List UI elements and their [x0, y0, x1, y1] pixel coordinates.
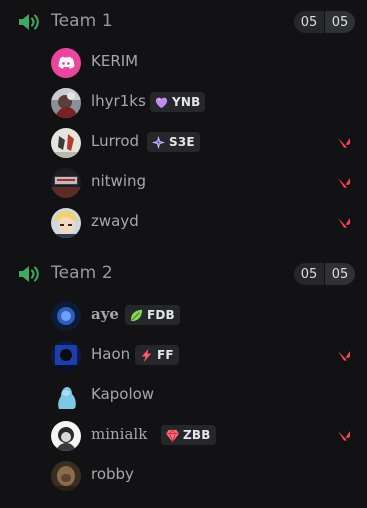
guild-tag-text: FDB	[147, 308, 175, 322]
member-name: Lurrod	[91, 132, 140, 150]
channel-name: Team 1	[51, 11, 113, 31]
guild-tag: YNB	[150, 92, 206, 112]
voice-member[interactable]: minialk ZBB	[0, 416, 367, 456]
valorant-icon	[338, 178, 350, 188]
speaker-volume-icon	[19, 14, 39, 30]
voice-member[interactable]: Kapolow	[0, 376, 367, 416]
member-name: aye	[91, 305, 119, 323]
avatar	[51, 88, 81, 118]
guild-tag-text: FF	[157, 348, 174, 362]
avatar	[51, 301, 81, 331]
avatar	[51, 168, 81, 198]
voice-member[interactable]: Lurrod S3E	[0, 123, 367, 163]
member-name: zwayd	[91, 212, 139, 230]
leaf-icon	[130, 309, 143, 321]
user-limit: 05	[324, 11, 355, 33]
avatar	[51, 48, 81, 78]
user-count: 05	[294, 11, 324, 33]
valorant-icon	[338, 218, 350, 228]
avatar	[51, 128, 81, 158]
guild-tag: S3E	[147, 132, 200, 152]
avatar	[51, 381, 81, 411]
speaker-volume-icon	[19, 266, 39, 282]
guild-tag-text: YNB	[172, 95, 201, 109]
guild-tag-text: ZBB	[183, 428, 211, 442]
voice-member[interactable]: nitwing	[0, 163, 367, 203]
member-name: lhyr1ks	[91, 92, 146, 110]
user-limit: 05	[324, 263, 355, 285]
voice-channel-team-2[interactable]: Team 2 05 05	[0, 258, 367, 290]
valorant-icon	[338, 431, 350, 441]
voice-member[interactable]: robby	[0, 456, 367, 496]
member-name: Haon	[91, 345, 131, 363]
voice-member[interactable]: aye FDB	[0, 296, 367, 336]
guild-tag-text: S3E	[169, 135, 195, 149]
voice-member[interactable]: zwayd	[0, 203, 367, 243]
avatar	[51, 421, 81, 451]
valorant-icon	[338, 351, 350, 361]
avatar	[51, 461, 81, 491]
member-name: Kapolow	[91, 385, 155, 403]
voice-member[interactable]: Haon FF	[0, 336, 367, 376]
member-name: KERIM	[91, 52, 139, 70]
guild-tag: ZBB	[161, 425, 216, 445]
voice-member[interactable]: KERIM	[0, 43, 367, 83]
guild-tag: FDB	[125, 305, 180, 325]
member-name: nitwing	[91, 172, 147, 190]
member-name: minialk	[91, 425, 148, 443]
valorant-icon	[338, 138, 350, 148]
purple-heart-icon	[155, 97, 168, 108]
guild-tag: FF	[135, 345, 179, 365]
user-limit-counter: 05 05	[294, 11, 355, 33]
voice-member[interactable]: lhyr1ks YNB	[0, 83, 367, 123]
sparkle-star-icon	[151, 135, 166, 149]
lightning-icon	[141, 348, 152, 362]
voice-channel-team-1[interactable]: Team 1 05 05	[0, 6, 367, 38]
gem-icon	[165, 428, 180, 443]
avatar	[51, 341, 81, 371]
channel-name: Team 2	[51, 263, 113, 283]
member-name: robby	[91, 465, 134, 483]
user-count: 05	[294, 263, 324, 285]
avatar	[51, 208, 81, 238]
user-limit-counter: 05 05	[294, 263, 355, 285]
